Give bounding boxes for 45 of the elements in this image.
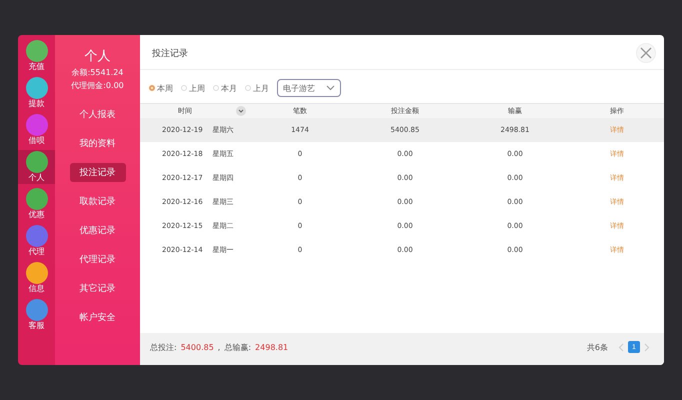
radio-option[interactable]: 本周 bbox=[149, 82, 173, 94]
menu-item[interactable]: 优惠记录 bbox=[70, 221, 126, 240]
game-select[interactable]: 电子游艺 bbox=[277, 79, 341, 97]
sidebar-item[interactable]: 优惠 bbox=[18, 187, 55, 221]
radio-option[interactable]: 本月 bbox=[213, 82, 237, 94]
menu-item[interactable]: 帐户安全 bbox=[70, 308, 126, 327]
separator-text: , bbox=[218, 342, 220, 352]
sidebar-item[interactable]: 提款 bbox=[18, 76, 55, 110]
sidebar-item[interactable]: 充值 bbox=[18, 39, 55, 73]
total-bet-value: 5400.85 bbox=[180, 342, 214, 352]
circle-icon bbox=[26, 40, 48, 62]
radio-option[interactable]: 上月 bbox=[245, 82, 269, 94]
sidebar-item[interactable]: 个人 bbox=[18, 150, 55, 184]
close-icon bbox=[640, 47, 652, 59]
circle-icon bbox=[26, 151, 48, 173]
circle-icon bbox=[26, 225, 48, 247]
total-win-value: 2498.81 bbox=[255, 342, 288, 352]
menu-item[interactable]: 其它记录 bbox=[70, 279, 126, 298]
record-count: 共6条 bbox=[586, 342, 608, 352]
sidebar-item[interactable]: 信息 bbox=[18, 261, 55, 295]
total-bet-label: 总投注: bbox=[150, 342, 177, 352]
menu-item[interactable]: 取款记录 bbox=[70, 192, 126, 211]
close-button[interactable] bbox=[636, 43, 656, 63]
circle-icon bbox=[26, 262, 48, 284]
caret-icon bbox=[326, 85, 335, 91]
sort-chevron-icon[interactable] bbox=[236, 106, 246, 116]
next-page-icon[interactable] bbox=[644, 342, 650, 352]
profile-title: 个人 bbox=[84, 48, 110, 65]
circle-icon bbox=[26, 77, 48, 99]
menu-item[interactable]: 个人报表 bbox=[70, 105, 126, 124]
menu-item[interactable]: 投注记录 bbox=[70, 163, 126, 182]
dialog-title: 投注记录 bbox=[152, 48, 188, 60]
balance-text: 余额:5541.24 bbox=[72, 67, 124, 78]
radio-option[interactable]: 上周 bbox=[181, 82, 205, 94]
menu-item[interactable]: 代理记录 bbox=[70, 250, 126, 269]
circle-icon bbox=[26, 188, 48, 210]
sidebar-item[interactable]: 借呗 bbox=[18, 113, 55, 147]
menu-item[interactable]: 我的资料 bbox=[70, 134, 126, 153]
commission-text: 代理佣金:0.00 bbox=[71, 80, 124, 91]
total-win-label: 总输赢: bbox=[224, 342, 252, 352]
previous-page-icon[interactable] bbox=[618, 342, 624, 352]
circle-icon bbox=[26, 299, 48, 321]
sidebar-item[interactable]: 客服 bbox=[18, 298, 55, 332]
sidebar-item[interactable]: 代理 bbox=[18, 224, 55, 258]
circle-icon bbox=[26, 114, 48, 136]
